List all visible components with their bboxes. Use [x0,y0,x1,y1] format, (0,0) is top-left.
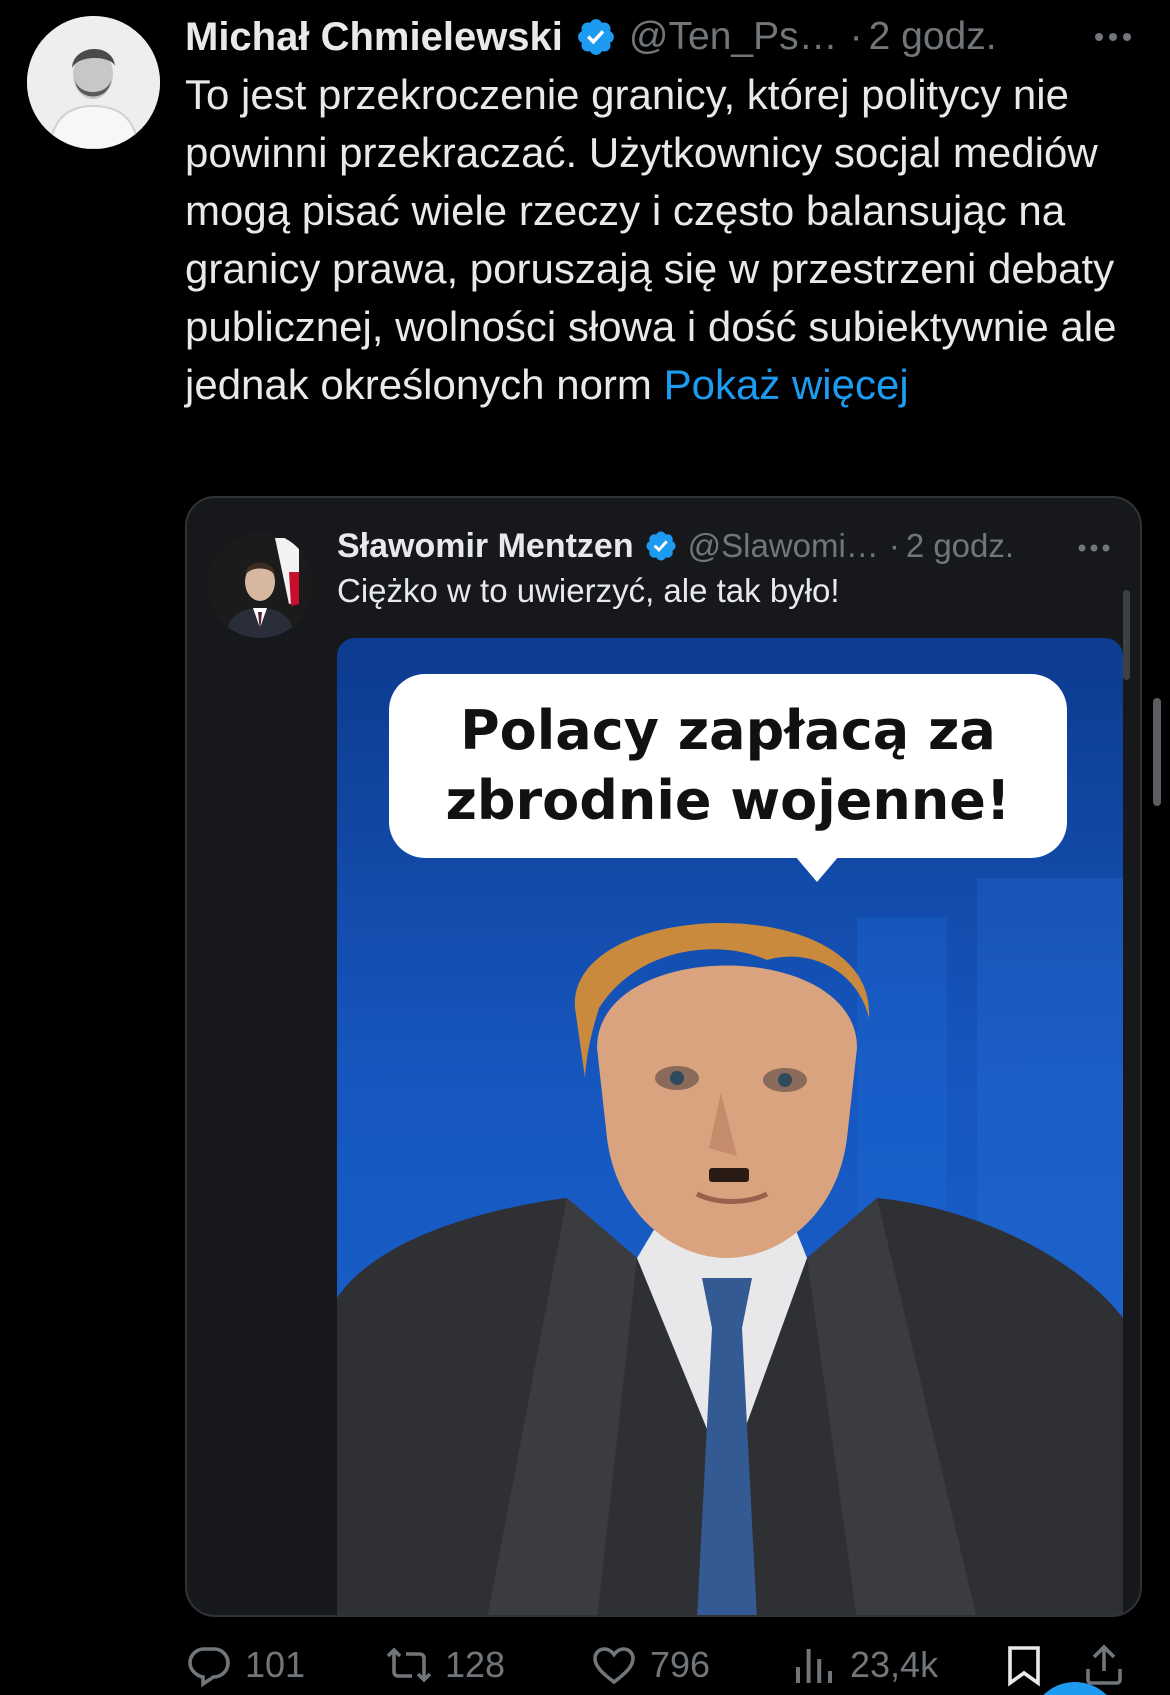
bookmark-button[interactable] [1000,1636,1048,1694]
reply-button[interactable]: 101 [185,1636,305,1694]
retweet-count: 128 [445,1644,506,1685]
share-icon [1086,1644,1122,1685]
author-handle[interactable]: @Ten_Ps… [629,15,838,59]
quoted-author-name[interactable]: Sławomir Mentzen [337,527,634,566]
more-options-icon[interactable] [1091,22,1135,52]
quote-scrollbar[interactable] [1123,590,1130,680]
heart-icon [593,1647,635,1685]
reply-count: 101 [245,1644,306,1685]
tweet-header: Michał Chmielewski @Ten_Ps… · 2 godz. [185,12,1145,62]
quoted-author-avatar[interactable] [207,532,313,638]
quoted-tweet-time[interactable]: 2 godz. [906,527,1014,565]
tweet-text: To jest przekroczenie granicy, której po… [185,66,1145,414]
views-count: 23,4k [850,1644,939,1685]
tweet-body: To jest przekroczenie granicy, której po… [185,71,1117,408]
image-speech-bubble: Polacy zapłacą za zbrodnie wojenne! [389,674,1067,858]
like-count: 796 [650,1644,711,1685]
page-scrollbar[interactable] [1153,698,1161,806]
retweet-button[interactable]: 128 [385,1636,505,1694]
verified-badge-icon [577,19,614,55]
separator-dot: · [888,527,900,564]
views-button[interactable]: 23,4k [790,1636,938,1694]
tweet-time[interactable]: 2 godz. [869,15,997,59]
retweet-icon [386,1647,432,1683]
separator-dot: · [849,15,863,58]
quoted-tweet-image[interactable]: Polacy zapłacą za zbrodnie wojenne! [337,638,1123,1615]
bookmark-icon [1008,1646,1040,1687]
portrait-illustration [337,878,1123,1615]
like-button[interactable]: 796 [590,1636,710,1694]
views-chart-icon [796,1649,832,1683]
more-options-icon[interactable] [1075,536,1113,560]
tweet-actions: 101 128 796 23,4k [185,1636,1145,1695]
quoted-author-handle[interactable]: @Slawomi… [688,527,879,565]
reply-icon [188,1647,230,1688]
quoted-tweet-text: Ciężko w to uwierzyć, ale tak było! [337,572,840,609]
verified-badge-icon [646,531,676,561]
quoted-tweet-header: Sławomir Mentzen @Slawomi… · 2 godz. [337,524,1127,568]
quoted-tweet-card[interactable]: Sławomir Mentzen @Slawomi… · 2 godz. Cię… [185,496,1142,1617]
author-name[interactable]: Michał Chmielewski [185,15,563,60]
author-avatar[interactable] [27,16,160,149]
show-more-link[interactable]: Pokaż więcej [664,361,909,408]
